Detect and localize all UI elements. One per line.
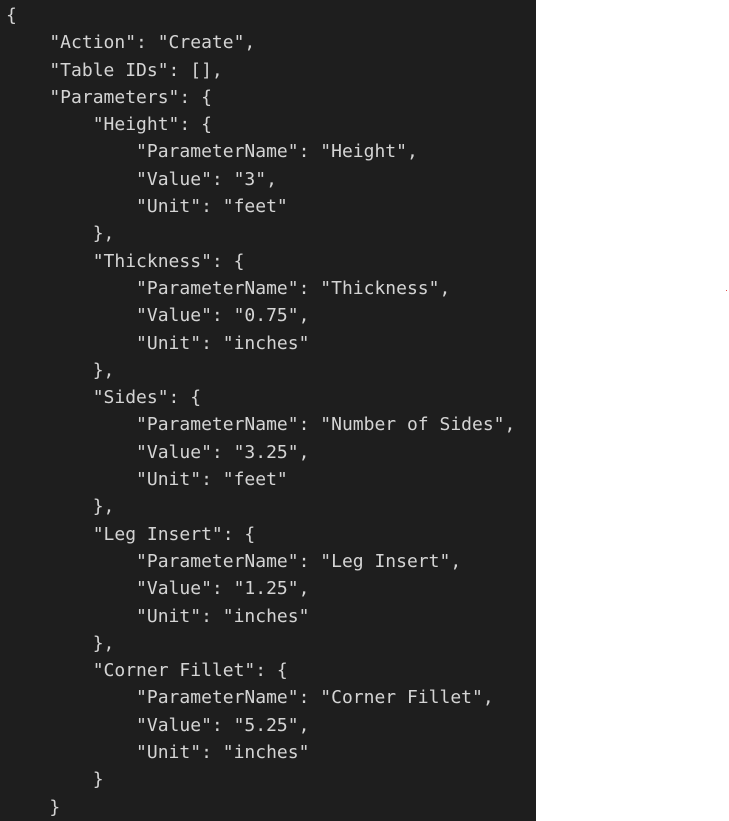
code-line: "ParameterName": "Leg Insert",: [6, 550, 462, 572]
code-line: {: [6, 5, 17, 26]
code-line: "ParameterName": "Thickness",: [6, 277, 451, 299]
code-line: },: [6, 223, 115, 245]
code-line: "ParameterName": "Corner Fillet",: [6, 687, 494, 709]
code-line: "Value": "5.25",: [6, 714, 310, 736]
code-line: "Leg Insert": {: [6, 523, 256, 545]
code-line: "Unit": "inches": [6, 332, 310, 354]
code-line: }: [6, 796, 61, 818]
code-line: "Value": "0.75",: [6, 305, 310, 327]
code-line: "Corner Fillet": {: [6, 660, 288, 682]
code-editor-panel[interactable]: { "Action": "Create", "Table IDs": [], "…: [0, 0, 536, 821]
code-line: "Table IDs": [],: [6, 59, 223, 81]
code-line: "Action": "Create",: [6, 32, 256, 54]
code-line: "Sides": {: [6, 387, 202, 409]
code-line: }: [6, 769, 104, 791]
code-line: },: [6, 632, 115, 654]
code-line: "Unit": "feet": [6, 469, 288, 491]
code-line: },: [6, 359, 115, 381]
marker-dot: [726, 290, 727, 291]
code-line: "ParameterName": "Height",: [6, 141, 418, 163]
code-line: "Unit": "inches": [6, 742, 310, 764]
code-line: "Parameters": {: [6, 86, 212, 108]
code-line: "Value": "1.25",: [6, 578, 310, 600]
code-line: "Unit": "feet": [6, 196, 288, 218]
code-line: },: [6, 496, 115, 518]
code-line: "Thickness": {: [6, 250, 245, 272]
code-line: "Value": "3",: [6, 168, 277, 190]
code-line: "ParameterName": "Number of Sides",: [6, 414, 516, 436]
code-line: "Height": {: [6, 114, 212, 136]
json-code-block: { "Action": "Create", "Table IDs": [], "…: [6, 2, 515, 821]
code-line: "Value": "3.25",: [6, 441, 310, 463]
code-line: "Unit": "inches": [6, 605, 310, 627]
